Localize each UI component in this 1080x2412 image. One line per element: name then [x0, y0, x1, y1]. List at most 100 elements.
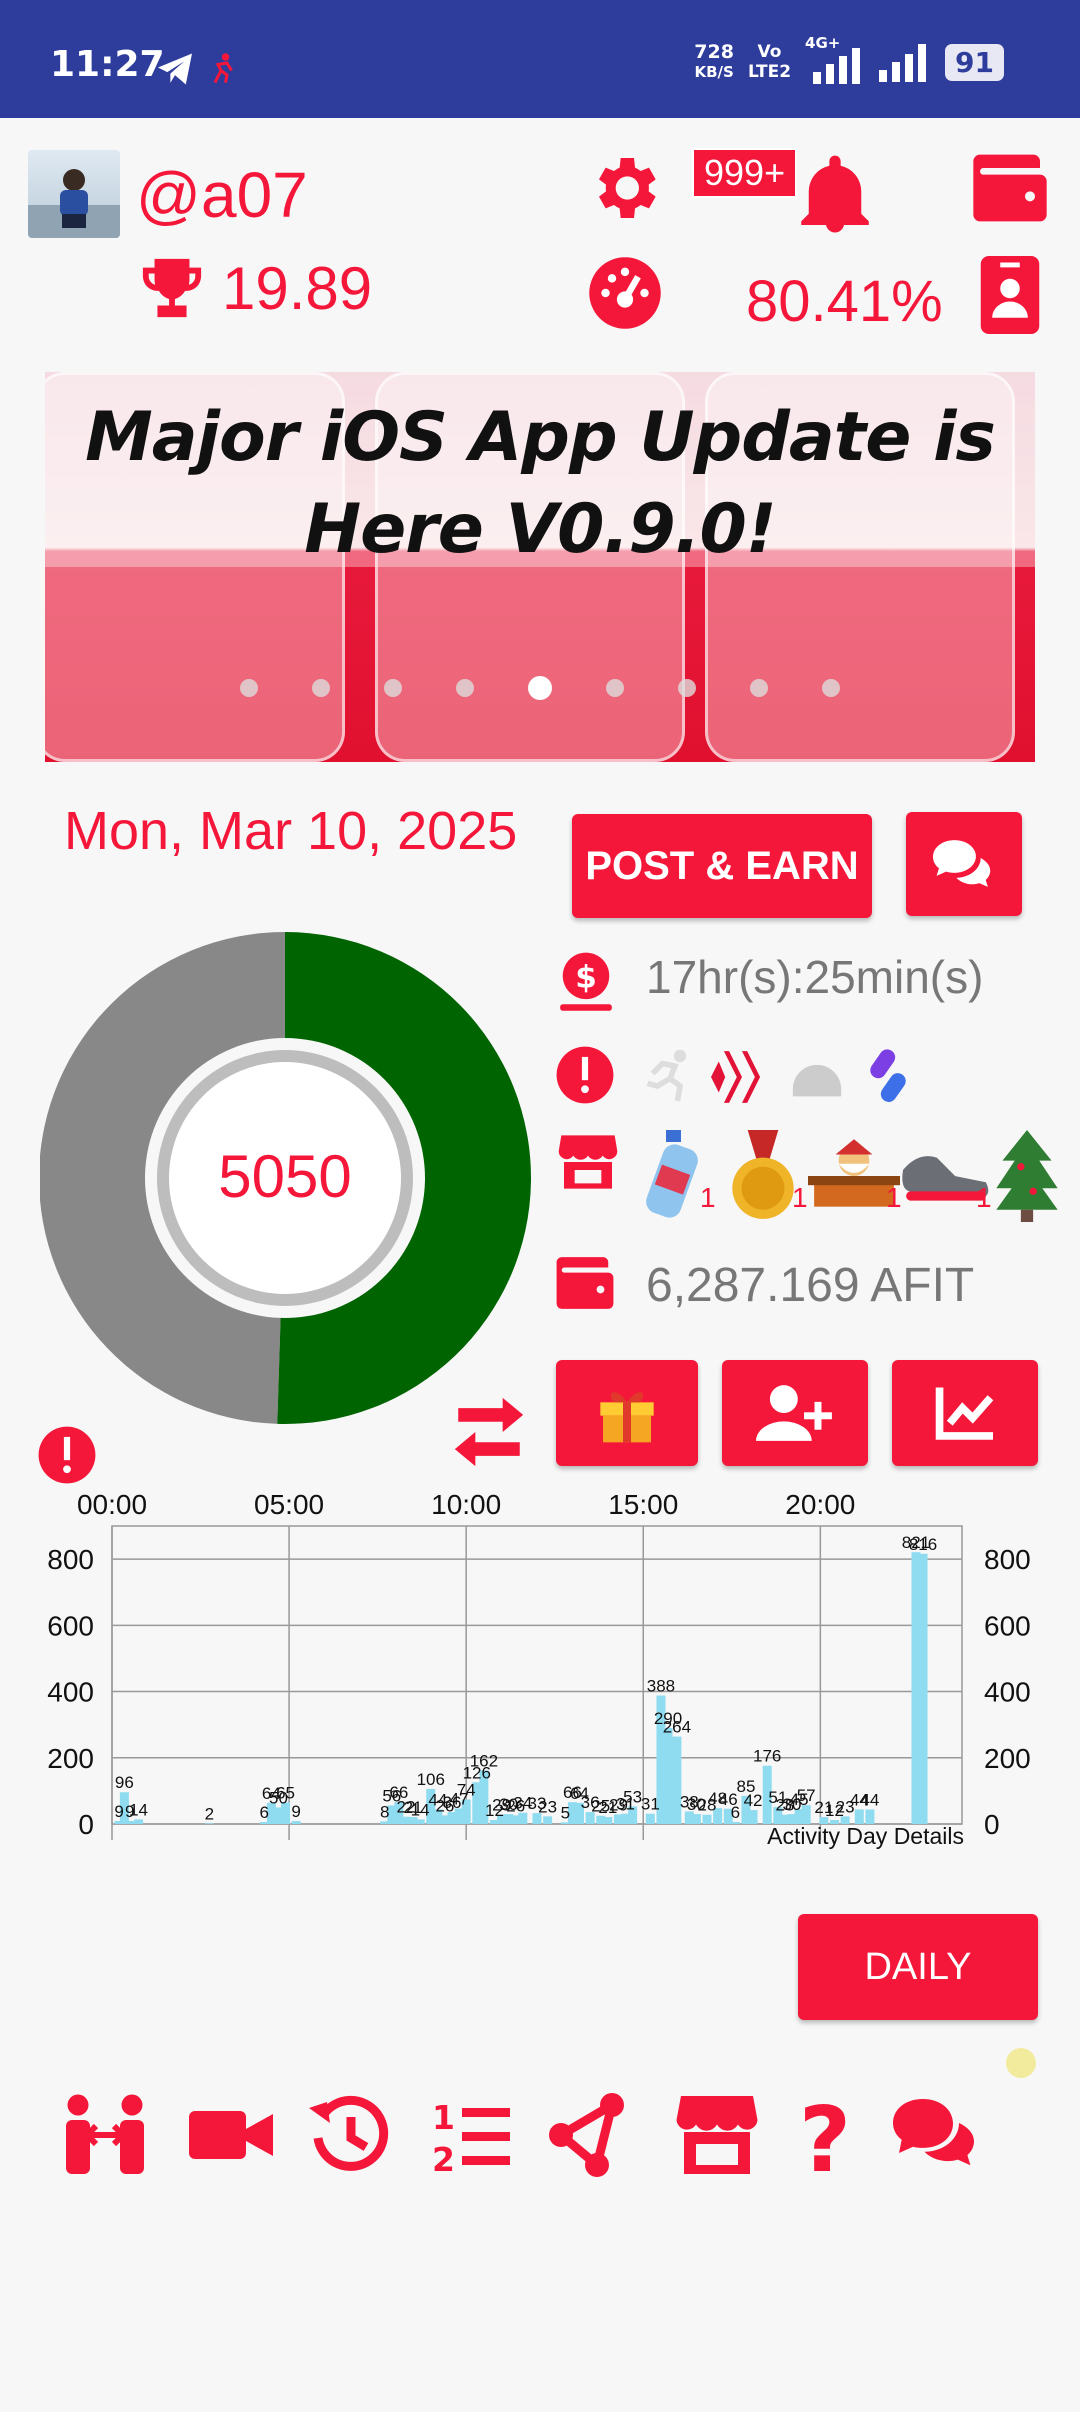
stats-button[interactable]: [892, 1360, 1038, 1466]
volte-label: Vo: [757, 42, 782, 62]
carousel-dot[interactable]: [606, 679, 624, 697]
token-icon[interactable]: [866, 1048, 910, 1106]
chart-bar: [291, 1821, 301, 1824]
y-tick-label-left: 0: [78, 1809, 94, 1840]
y-tick-label-right: 600: [984, 1610, 1031, 1641]
carousel-dot[interactable]: [528, 676, 552, 700]
id-badge-icon[interactable]: [980, 256, 1040, 334]
svg-text:2: 2: [432, 2140, 455, 2179]
carousel-dot[interactable]: [678, 679, 696, 697]
share-nodes-icon[interactable]: [546, 2090, 636, 2180]
bar-value-label: 6: [260, 1803, 269, 1822]
timer-text: 17hr(s):25min(s): [646, 951, 984, 1003]
chart-bar: [125, 1821, 135, 1824]
notification-badge: 999+: [692, 148, 798, 198]
help-question-icon[interactable]: ?: [780, 2090, 870, 2180]
video-camera-icon[interactable]: [186, 2090, 276, 2180]
update-banner[interactable]: Major iOS App Update is Here V0.9.0!: [45, 372, 1035, 762]
lte-label: LTE2: [747, 62, 792, 82]
banner-title: Major iOS App Update is Here V0.9.0!: [85, 398, 996, 569]
people-swap-icon[interactable]: [60, 2090, 150, 2180]
chart-bar: [865, 1809, 875, 1824]
add-user-button[interactable]: [722, 1360, 868, 1466]
add-user-icon: [756, 1385, 832, 1441]
bar-value-label: 14: [129, 1800, 148, 1819]
christmas-tree-icon[interactable]: [996, 1130, 1058, 1222]
touch-indicator: [1006, 2048, 1036, 2078]
x-tick-label: 20:00: [785, 1490, 855, 1520]
runner-icon[interactable]: [640, 1048, 700, 1104]
water-bottle-icon[interactable]: [640, 1130, 704, 1220]
speedometer-icon[interactable]: [586, 254, 664, 332]
medal-icon[interactable]: [728, 1130, 798, 1222]
bar-value-label: 74: [457, 1780, 476, 1799]
hive-icon[interactable]: [710, 1046, 774, 1108]
avatar[interactable]: [28, 150, 120, 238]
bar-value-label: 106: [417, 1770, 445, 1789]
x-tick-label: 00:00: [77, 1490, 147, 1520]
svg-text:$: $: [575, 959, 597, 995]
chat-bubbles-icon[interactable]: [890, 2090, 980, 2180]
y-tick-label-left: 600: [47, 1610, 94, 1641]
chart-x-ticks: 00:00 05:00 10:00 15:00 20:00: [77, 1490, 855, 1520]
net-speed-unit: KB/S: [694, 63, 734, 81]
bell-icon[interactable]: [790, 150, 880, 240]
daily-button[interactable]: DAILY: [798, 1914, 1038, 2020]
chart-bar: [603, 1817, 613, 1824]
net-speed-value: 728: [694, 41, 734, 63]
chart-bar: [854, 1809, 864, 1824]
gift-button[interactable]: [556, 1360, 698, 1466]
signal-icon-2: [879, 44, 927, 82]
carousel-indicator[interactable]: [45, 676, 1035, 700]
store-icon[interactable]: [672, 2090, 762, 2180]
username: @a07: [136, 159, 308, 231]
date-label: Mon, Mar 10, 2025: [64, 801, 518, 861]
alert-icon[interactable]: [554, 1044, 616, 1106]
bar-value-label: 5: [561, 1803, 570, 1822]
item-count: 1: [976, 1182, 992, 1213]
helmet-icon[interactable]: [788, 1050, 846, 1104]
carousel-dot[interactable]: [822, 679, 840, 697]
bar-value-label: 264: [663, 1718, 691, 1737]
y-tick-label-right: 800: [984, 1544, 1031, 1575]
bar-value-label: 9: [291, 1802, 300, 1821]
chart-bar: [691, 1814, 701, 1824]
wallet-icon[interactable]: [970, 150, 1050, 226]
bar-value-label: 2: [205, 1804, 214, 1823]
activity-chart[interactable]: 996914 2 66450659 8566622211410644263647741…: [0, 1490, 1080, 1870]
carousel-dot[interactable]: [750, 679, 768, 697]
carousel-dot[interactable]: [312, 679, 330, 697]
chart-bar: [663, 1727, 673, 1824]
dollar-coin-icon: $: [560, 952, 612, 1011]
wallet-balance: 6,287.169 AFIT: [646, 1259, 975, 1312]
post-earn-button[interactable]: POST & EARN: [572, 814, 872, 918]
chart-frame: [111, 1525, 963, 1825]
store-icon[interactable]: [556, 1130, 620, 1194]
swap-arrows-icon[interactable]: [448, 1394, 530, 1470]
y-tick-label-right: 400: [984, 1677, 1031, 1708]
runner-notification-icon: [213, 53, 233, 84]
y-tick-label-left: 200: [47, 1743, 94, 1774]
chart-bar: [645, 1813, 655, 1824]
wallet-icon: [556, 1257, 614, 1309]
chat-button[interactable]: [906, 812, 1022, 916]
status-icons: 728 KB/S Vo LTE2 4G+ 91: [694, 34, 1004, 84]
chart-bar: [730, 1822, 740, 1824]
settings-gear-icon[interactable]: [584, 148, 664, 228]
y-tick-label-right: 200: [984, 1743, 1031, 1774]
history-icon[interactable]: [306, 2090, 396, 2180]
carousel-dot[interactable]: [456, 679, 474, 697]
alert-icon[interactable]: [36, 1424, 98, 1486]
carousel-dot[interactable]: [384, 679, 402, 697]
bar-value-label: 14: [411, 1800, 430, 1819]
bar-value-label: 176: [753, 1747, 781, 1766]
chart-bar: [748, 1810, 758, 1824]
bar-value-label: 96: [115, 1773, 134, 1792]
y-tick-label-left: 400: [47, 1677, 94, 1708]
carousel-dot[interactable]: [240, 679, 258, 697]
chart-bar: [134, 1819, 144, 1824]
ordered-list-icon[interactable]: 12: [426, 2090, 516, 2180]
y-tick-label-left: 800: [47, 1544, 94, 1575]
bar-value-label: 9: [114, 1802, 123, 1821]
trophy-value: 19.89: [222, 255, 373, 322]
